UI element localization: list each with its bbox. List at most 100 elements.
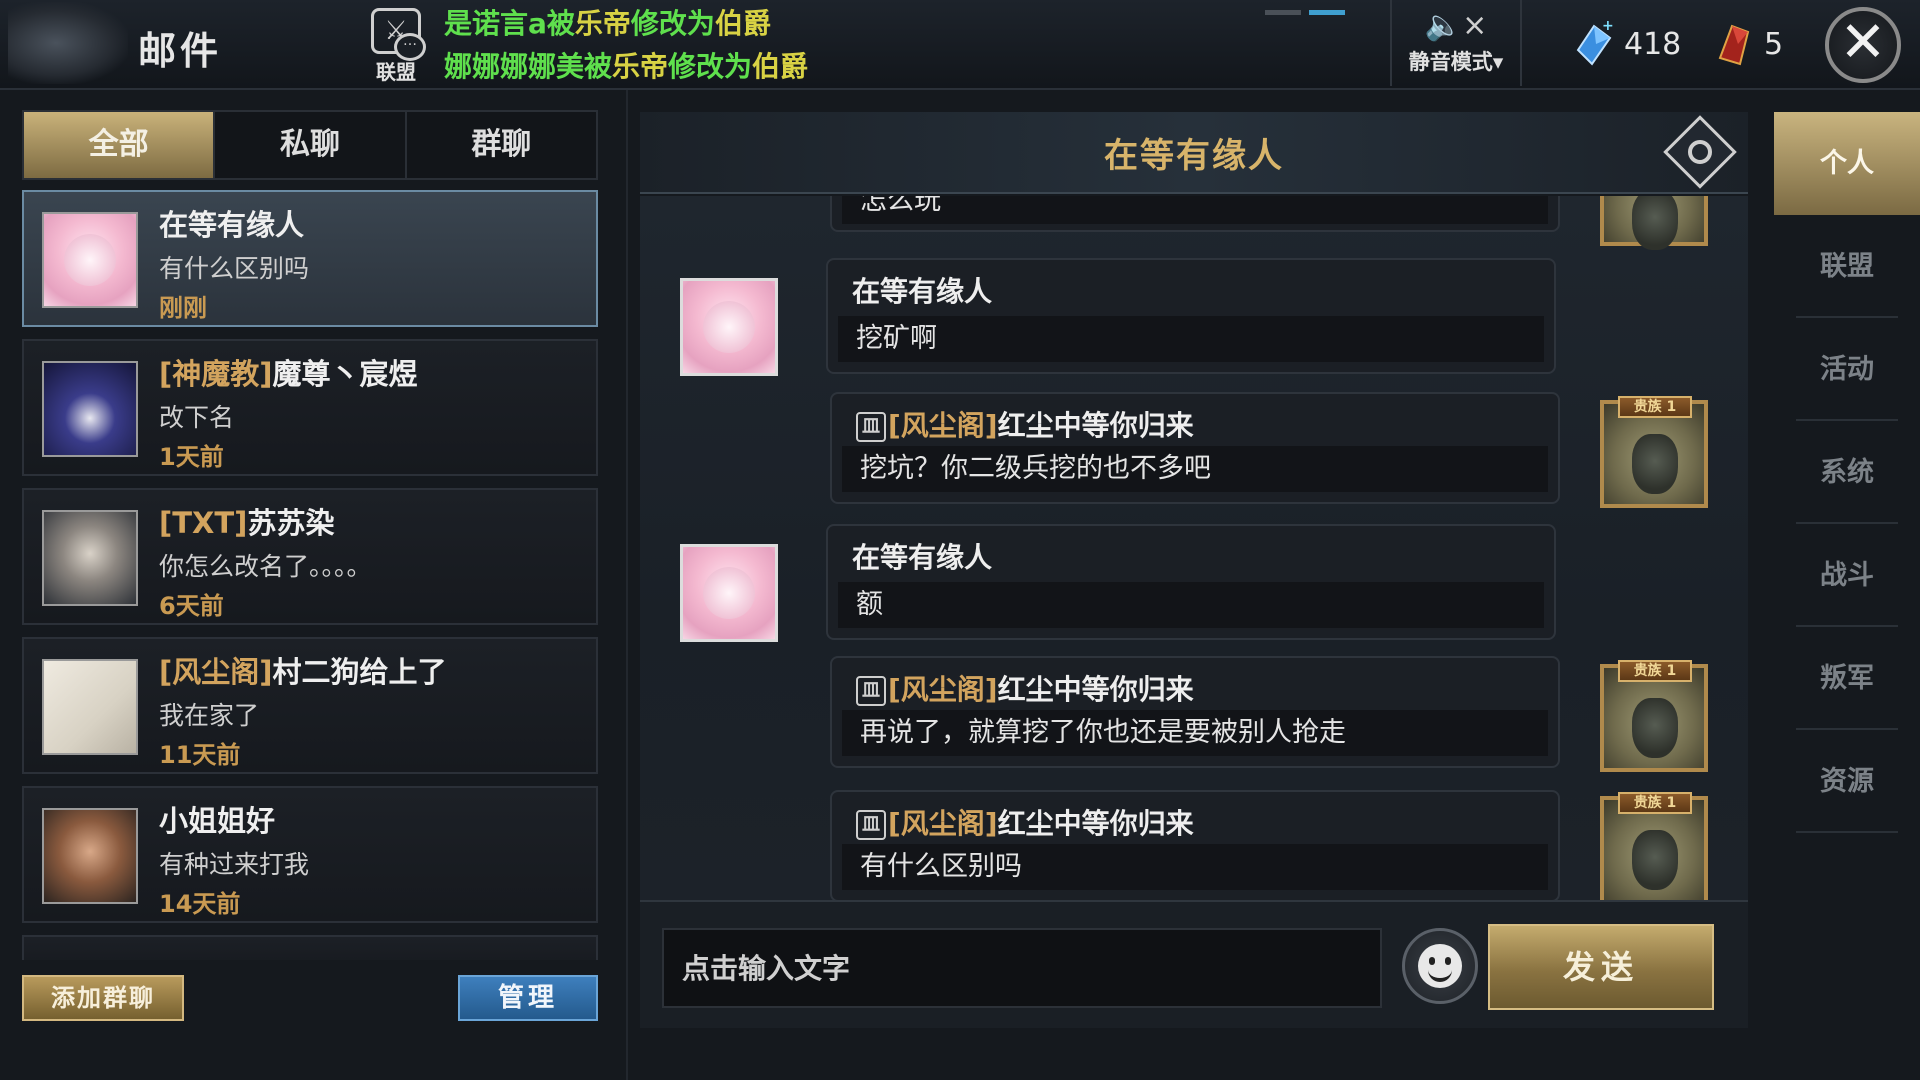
avatar[interactable] xyxy=(680,544,778,642)
chat-header: 在等有缘人 xyxy=(640,112,1748,194)
conversation-name: 小姐姐好 xyxy=(159,804,276,838)
diamond-counter[interactable]: + 418 xyxy=(1572,20,1681,68)
mute-mode-label: 静音模式▾ xyxy=(1408,50,1504,74)
message-bubble: 在等有缘人 额 xyxy=(826,524,1556,640)
noble-badge: 贵族 1 xyxy=(1618,660,1692,682)
conversation-name: 苏苏染 xyxy=(247,506,335,540)
avatar xyxy=(42,659,138,755)
message-bubble: 皿 [风尘阁]红尘中等你归来 挖坑？你二级兵挖的也不多吧 xyxy=(830,392,1560,504)
message-text: 额 xyxy=(838,582,1544,628)
speaker-mute-icon: 🔈× xyxy=(1424,8,1488,43)
chat-title: 在等有缘人 xyxy=(1104,136,1284,176)
tab-rebels[interactable]: 叛军 xyxy=(1796,627,1898,730)
conversation-item[interactable]: [风尘阁]村二狗给上了 我在家了 11天前 xyxy=(22,637,598,774)
mail-filter-tabs: 全部 私聊 群聊 xyxy=(22,110,598,180)
conversation-item[interactable]: 在等有缘人 有什么区别吗 刚刚 xyxy=(22,190,598,327)
tab-group[interactable]: 群聊 xyxy=(407,112,596,178)
sender-name: 红尘中等你归来 xyxy=(997,807,1194,840)
alliance-label: 联盟 xyxy=(376,60,416,84)
mute-mode-toggle[interactable]: 🔈× 静音模式▾ xyxy=(1390,0,1522,86)
tab-resources[interactable]: 资源 xyxy=(1796,730,1898,833)
settings-gear-icon[interactable] xyxy=(1663,115,1737,189)
tab-personal[interactable]: 个人 xyxy=(1774,112,1920,215)
avatar[interactable]: 贵族 1 xyxy=(1600,396,1708,508)
diamond-count: 418 xyxy=(1624,26,1682,62)
message-input[interactable] xyxy=(662,928,1382,1008)
conversation-list[interactable]: 在等有缘人 有什么区别吗 刚刚 [神魔教]魔尊丶宸煜 改下名 1天前 [TXT]… xyxy=(22,190,598,960)
conversation-name: 魔尊丶宸煜 xyxy=(272,357,418,391)
panel-divider xyxy=(626,90,628,1080)
conversation-time: 1天前 xyxy=(159,443,224,471)
avatar xyxy=(42,212,138,308)
noble-badge: 贵族 1 xyxy=(1618,396,1692,418)
conversation-preview: 你怎么改名了。。。。 xyxy=(159,552,372,581)
close-button[interactable]: ✕ xyxy=(1825,7,1901,83)
message-text: 挖坑？你二级兵挖的也不多吧 xyxy=(842,446,1548,492)
svg-text:+: + xyxy=(1602,20,1614,34)
conversation-time: 刚刚 xyxy=(159,294,207,322)
tab-all[interactable]: 全部 xyxy=(24,112,216,178)
conversation-preview: 有种过来打我 xyxy=(159,850,310,879)
message-bubble: 怎么玩 xyxy=(830,196,1560,232)
avatar[interactable]: 贵族 1 xyxy=(1600,660,1708,772)
mail-category-tabs: 个人 联盟 活动 系统 战斗 叛军 资源 xyxy=(1774,112,1920,833)
conversation-preview: 我在家了 xyxy=(159,701,260,730)
add-group-chat-button[interactable]: 添加群聊 xyxy=(22,975,184,1021)
tab-alliance[interactable]: 联盟 xyxy=(1796,215,1898,318)
tab-battle[interactable]: 战斗 xyxy=(1796,524,1898,627)
tab-private[interactable]: 私聊 xyxy=(215,112,407,178)
chat-input-bar: 发送 xyxy=(640,900,1748,1028)
avatar[interactable] xyxy=(1600,196,1708,250)
mail-emblem-icon xyxy=(8,2,128,84)
notice-line-1: 是诺言a被乐帝修改为伯爵 xyxy=(444,7,771,40)
tab-system[interactable]: 系统 xyxy=(1796,421,1898,524)
conversation-preview: 改下名 xyxy=(159,403,235,432)
message-text: 再说了，就算挖了你也还是要被别人抢走 xyxy=(842,710,1548,756)
noble-badge: 贵族 1 xyxy=(1618,792,1692,814)
message-bubble: 皿 [风尘阁]红尘中等你归来 有什么区别吗 xyxy=(830,790,1560,900)
sender-name: 红尘中等你归来 xyxy=(997,409,1194,442)
message-text: 有什么区别吗 xyxy=(842,844,1548,890)
alliance-chat-button[interactable]: ⚔ 联盟 xyxy=(365,8,427,84)
message-bubble: 皿 [风尘阁]红尘中等你归来 再说了，就算挖了你也还是要被别人抢走 xyxy=(830,656,1560,768)
conversation-time: 14天前 xyxy=(159,890,241,918)
send-button[interactable]: 发送 xyxy=(1488,924,1714,1010)
conversation-item[interactable] xyxy=(22,935,598,960)
avatar xyxy=(42,510,138,606)
conversation-name: 在等有缘人 xyxy=(159,208,305,242)
guild-icon: 皿 xyxy=(856,676,886,706)
message-bubble: 在等有缘人 挖矿啊 xyxy=(826,258,1556,374)
sender-name: 红尘中等你归来 xyxy=(997,673,1194,706)
guild-icon: 皿 xyxy=(856,412,886,442)
sender-name: 在等有缘人 xyxy=(852,275,993,308)
avatar xyxy=(42,361,138,457)
conversation-preview: 有什么区别吗 xyxy=(159,254,310,283)
message-text: 挖矿啊 xyxy=(838,316,1544,362)
diamond-icon: + xyxy=(1576,20,1614,66)
avatar[interactable]: 贵族 1 xyxy=(1600,792,1708,900)
conversation-time: 6天前 xyxy=(159,592,224,620)
conversation-item[interactable]: [神魔教]魔尊丶宸煜 改下名 1天前 xyxy=(22,339,598,476)
token-counter[interactable]: 5 xyxy=(1712,20,1783,68)
top-bar: 邮件 ⚔ 联盟 是诺言a被乐帝修改为伯爵 娜娜娜娜美被乐帝修改为伯爵 🔈× 静音… xyxy=(0,0,1920,90)
page-title: 邮件 xyxy=(138,29,223,73)
avatar[interactable] xyxy=(680,278,778,376)
message-text: 怎么玩 xyxy=(842,196,1548,224)
chat-messages[interactable]: 怎么玩 在等有缘人 挖矿啊 皿 [风尘阁]红尘中等你归来 挖坑？你二级兵挖的也不多… xyxy=(640,196,1748,900)
conversation-item[interactable]: [TXT]苏苏染 你怎么改名了。。。。 6天前 xyxy=(22,488,598,625)
manage-button[interactable]: 管理 xyxy=(458,975,598,1021)
notice-line-2: 娜娜娜娜美被乐帝修改为伯爵 xyxy=(444,50,809,83)
alliance-chat-icon: ⚔ xyxy=(371,8,426,61)
tab-events[interactable]: 活动 xyxy=(1796,318,1898,421)
red-crystal-icon xyxy=(1718,24,1750,66)
guild-icon: 皿 xyxy=(856,810,886,840)
conversation-time: 11天前 xyxy=(159,741,241,769)
token-count: 5 xyxy=(1764,26,1784,62)
page-indicator xyxy=(1265,0,1353,19)
avatar xyxy=(42,808,138,904)
conversation-item[interactable]: 小姐姐好 有种过来打我 14天前 xyxy=(22,786,598,923)
conversation-name: 村二狗给上了 xyxy=(272,655,447,689)
smiley-icon xyxy=(1418,944,1462,988)
sender-name: 在等有缘人 xyxy=(852,541,993,574)
emoji-button[interactable] xyxy=(1402,928,1478,1004)
